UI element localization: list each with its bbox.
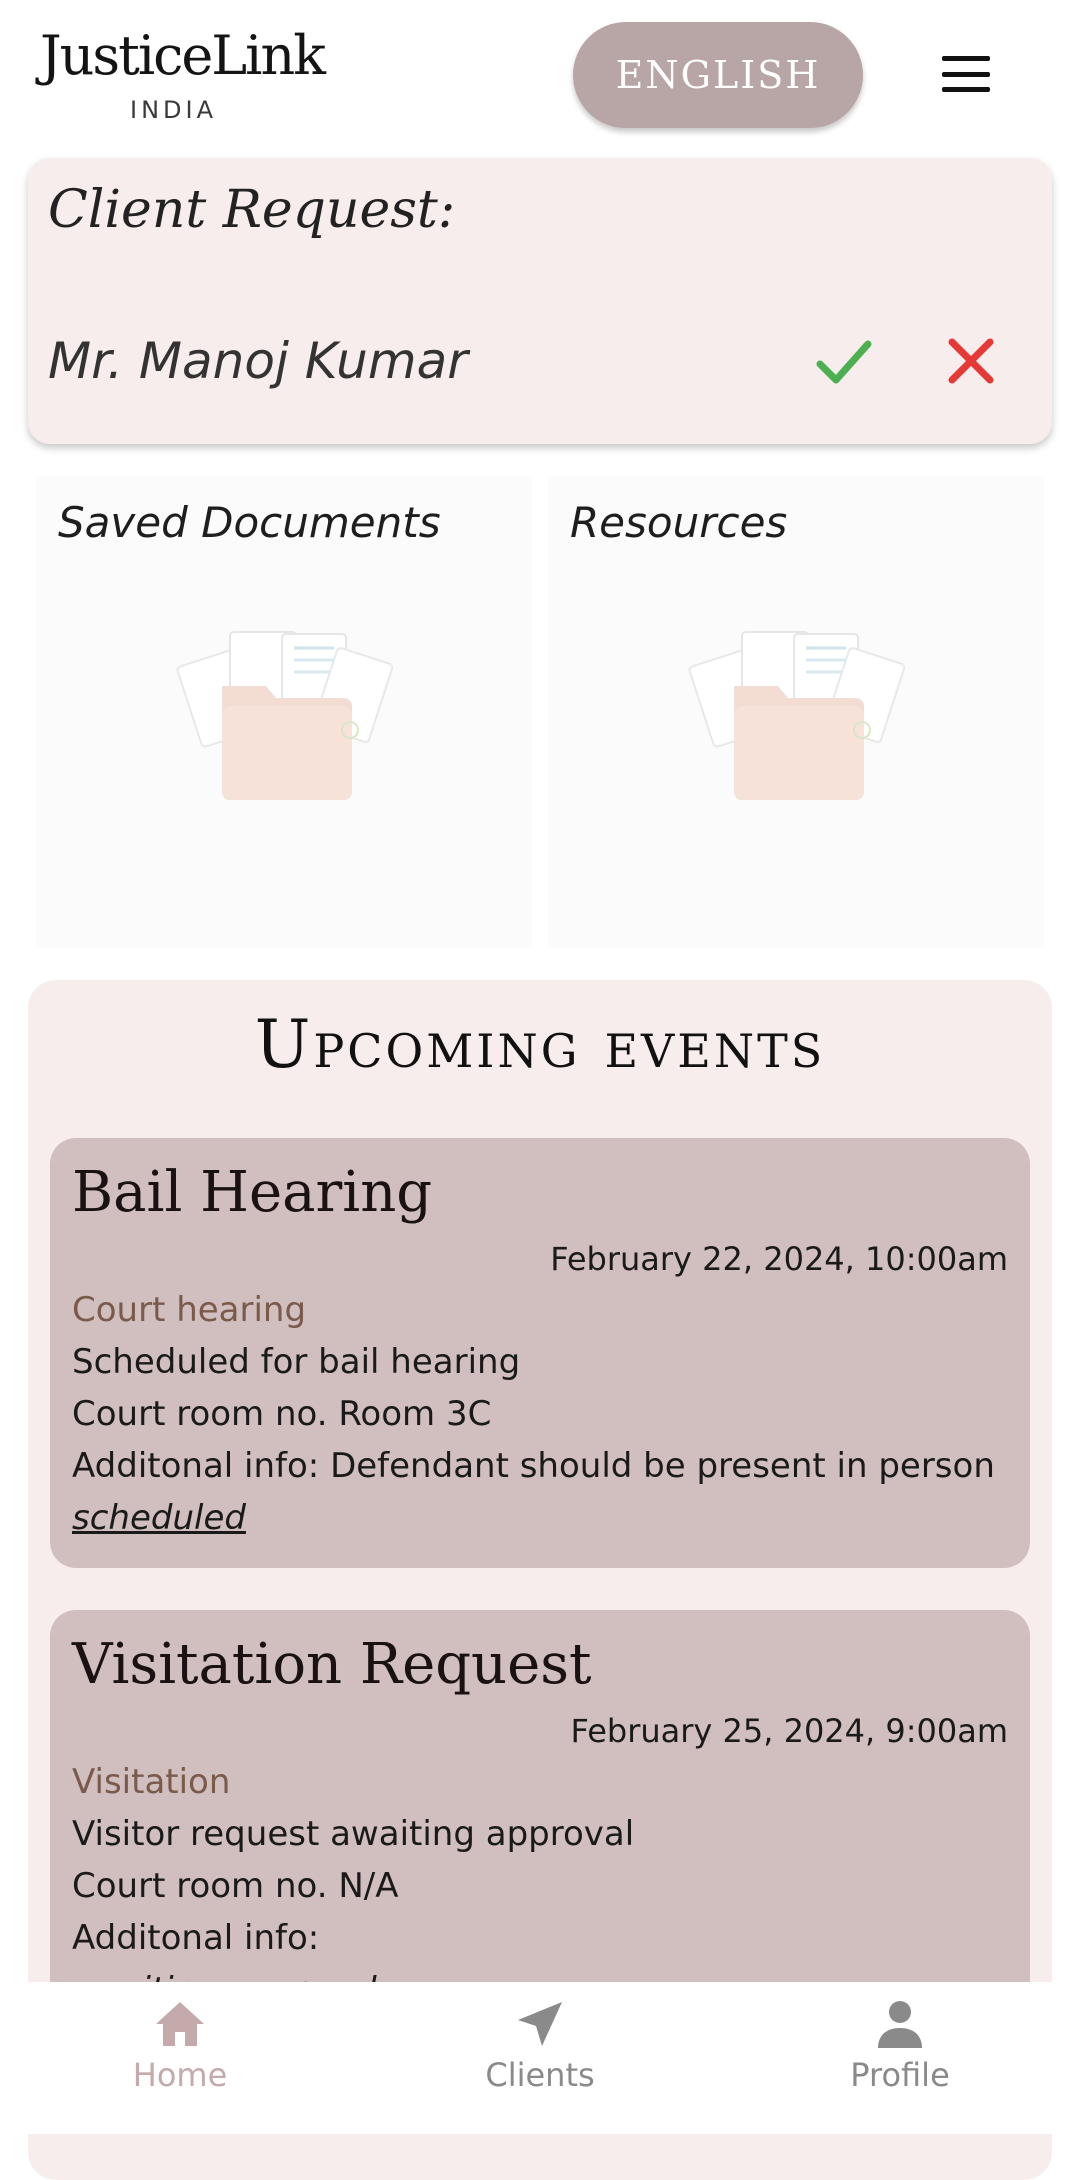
client-request-name: Mr. Manoj Kumar [48, 332, 468, 390]
language-button[interactable]: ENGLISH [573, 22, 863, 128]
event-additional-info: Additonal info: Defendant should be pres… [72, 1446, 995, 1486]
home-icon [156, 2002, 204, 2046]
hamburger-menu-icon[interactable] [942, 56, 990, 92]
event-type: Visitation [72, 1762, 231, 1802]
navigation-arrow-icon [518, 2002, 562, 2046]
folder-documents-icon [688, 631, 906, 800]
person-icon [878, 2001, 922, 2048]
nav-profile[interactable]: Profile [800, 1998, 1000, 2094]
event-description: Visitor request awaiting approval [72, 1814, 635, 1854]
upcoming-events-title: Upcoming events [254, 1006, 826, 1083]
nav-clients-label: Clients [485, 2056, 595, 2094]
event-title: Bail Hearing [72, 1160, 433, 1225]
resources-title: Resources [570, 498, 788, 547]
folder-documents-icon [176, 631, 394, 800]
event-status[interactable]: scheduled [72, 1498, 246, 1538]
event-title: Visitation Request [72, 1632, 592, 1697]
event-court-room: Court room no. N/A [72, 1866, 399, 1906]
event-court-room: Court room no. Room 3C [72, 1394, 492, 1434]
app-logo-subtitle: INDIA [130, 96, 218, 124]
event-description: Scheduled for bail hearing [72, 1342, 521, 1382]
nav-home[interactable]: Home [80, 1998, 280, 2094]
event-date: February 22, 2024, 10:00am [550, 1240, 1008, 1278]
accept-check-icon[interactable] [814, 334, 874, 390]
event-type: Court hearing [72, 1290, 307, 1330]
app-logo: JusticeLink [40, 24, 326, 87]
saved-documents-panel[interactable]: Saved Documents [36, 476, 532, 948]
nav-clients[interactable]: Clients [440, 1998, 640, 2094]
event-card[interactable]: Bail Hearing February 22, 2024, 10:00am … [50, 1138, 1030, 1568]
resources-panel[interactable]: Resources [548, 476, 1044, 948]
saved-documents-title: Saved Documents [58, 498, 441, 547]
event-additional-info: Additonal info: [72, 1918, 320, 1958]
nav-home-label: Home [132, 2056, 228, 2094]
client-request-title: Client Request: [48, 180, 456, 240]
event-date: February 25, 2024, 9:00am [570, 1712, 1008, 1750]
nav-profile-label: Profile [850, 2056, 950, 2094]
reject-close-icon[interactable] [944, 334, 998, 388]
